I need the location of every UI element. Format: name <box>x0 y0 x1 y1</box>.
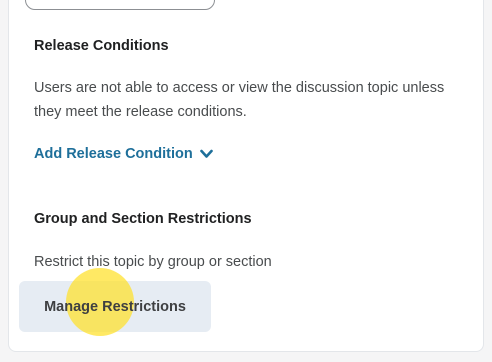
release-conditions-description: Users are not able to access or view the… <box>34 80 445 120</box>
release-conditions-heading: Release Conditions <box>34 38 169 54</box>
chevron-down-icon <box>199 149 213 158</box>
group-restrictions-description: Restrict this topic by group or section <box>34 254 272 270</box>
add-release-condition-label: Add Release Condition <box>34 146 193 162</box>
manage-restrictions-label: Manage Restrictions <box>44 298 186 315</box>
top-partial-control[interactable] <box>25 0 215 10</box>
group-section-restrictions-heading: Group and Section Restrictions <box>34 211 252 227</box>
manage-restrictions-button[interactable]: Manage Restrictions <box>19 281 211 332</box>
add-release-condition-link[interactable]: Add Release Condition <box>34 146 213 162</box>
